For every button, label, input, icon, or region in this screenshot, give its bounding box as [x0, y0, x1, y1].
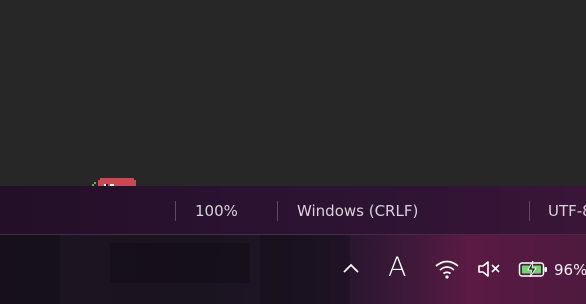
status-bar: 100% Windows (CRLF) UTF-8 — [0, 186, 586, 235]
speaker-muted-icon[interactable] — [477, 259, 501, 279]
editor-text-area[interactable] — [0, 0, 586, 186]
status-separator — [529, 201, 530, 221]
taskbar-background — [110, 243, 250, 283]
wifi-icon[interactable] — [434, 258, 460, 280]
input-method-icon[interactable]: A — [388, 253, 406, 283]
line-ending[interactable]: Windows (CRLF) — [297, 202, 418, 220]
status-separator — [175, 201, 176, 221]
taskbar: A 96% — [0, 235, 586, 304]
taskbar-background — [260, 235, 350, 304]
battery-percent[interactable]: 96% — [554, 261, 586, 279]
chevron-up-icon[interactable] — [342, 262, 360, 274]
taskbar-background — [0, 235, 60, 304]
status-separator — [277, 201, 278, 221]
battery-charging-icon[interactable] — [518, 259, 550, 279]
encoding[interactable]: UTF-8 — [548, 202, 586, 220]
zoom-level[interactable]: 100% — [195, 202, 238, 220]
